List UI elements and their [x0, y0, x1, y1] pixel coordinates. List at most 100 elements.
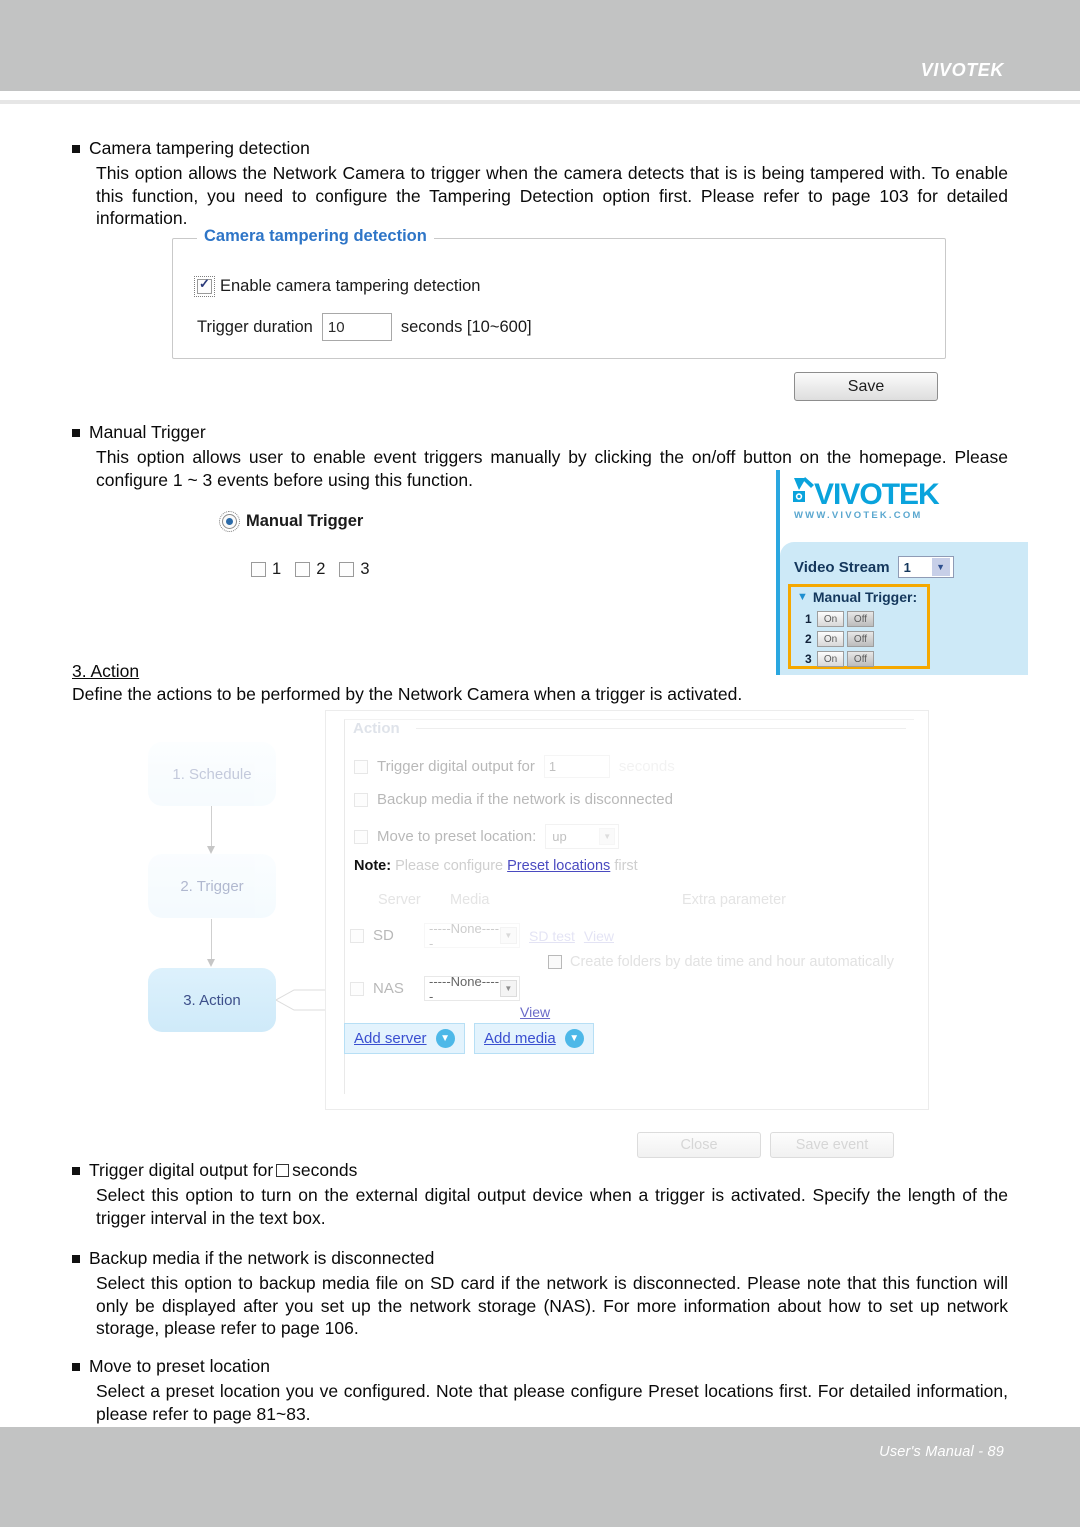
enable-camera-tampering-checkbox[interactable] — [194, 276, 215, 297]
sd-storage-row[interactable]: SD -----None----- ▼ SD test View — [350, 920, 614, 951]
action-section-subtitle: Define the actions to be performed by th… — [72, 684, 743, 704]
trigger-duration-input[interactable] — [321, 313, 392, 341]
nas-checkbox[interactable] — [350, 981, 364, 996]
nas-storage-row[interactable]: NAS -----None----- ▼ — [350, 973, 520, 1004]
note-text-after: first — [614, 858, 638, 874]
manual-trigger-checkbox-3[interactable] — [339, 562, 355, 577]
vivotek-homepage-panel: VIVOTEK WWW.VIVOTEK.COM Video Stream 1 ▼… — [776, 470, 1028, 675]
page-footer-bar — [0, 1427, 1080, 1527]
video-stream-value: 1 — [903, 559, 911, 575]
flow-node-action-label: 3. Action — [183, 991, 241, 1009]
manual-trigger-radio-label: Manual Trigger — [246, 512, 364, 530]
panel-trigger-2-off-button[interactable]: Off — [847, 631, 874, 647]
panel-trigger-1-on-button[interactable]: On — [817, 611, 844, 627]
sd-media-value: -----None----- — [429, 920, 500, 951]
panel-trigger-row-1-number: 1 — [805, 612, 812, 626]
add-media-button[interactable]: Add media ▼ — [474, 1023, 594, 1054]
add-server-button[interactable]: Add server ▼ — [344, 1023, 465, 1054]
flow-node-schedule[interactable]: 1. Schedule — [148, 742, 276, 806]
create-folders-checkbox[interactable] — [548, 955, 562, 969]
video-stream-select[interactable]: 1 ▼ — [897, 556, 954, 578]
backup-media-heading-text: Backup media if the network is disconnec… — [89, 1248, 435, 1268]
flow-node-action[interactable]: 3. Action — [148, 968, 276, 1032]
enable-camera-tampering-row[interactable]: Enable camera tampering detection — [194, 276, 481, 297]
manual-trigger-heading: Manual Trigger — [72, 422, 1008, 443]
sd-view-link[interactable]: View — [584, 928, 614, 944]
note-label: Note: — [354, 858, 392, 874]
trigger-digital-output-label: Trigger digital output for — [377, 758, 535, 775]
move-preset-location-row[interactable]: Move to preset location: up ▼ — [354, 824, 620, 849]
preset-locations-link[interactable]: Preset locations — [507, 858, 610, 874]
bullet-square-icon — [72, 428, 80, 437]
vivotek-logo-text: VIVOTEK — [814, 478, 940, 511]
trigger-digital-output-checkbox[interactable] — [354, 759, 368, 774]
camera-tampering-fieldset: Camera tampering detection Enable camera… — [172, 227, 946, 359]
backup-media-row[interactable]: Backup media if the network is disconnec… — [354, 791, 673, 808]
trigger-digital-output-input[interactable]: 1 — [543, 755, 610, 778]
nas-label: NAS — [373, 980, 404, 997]
manual-trigger-radio[interactable] — [219, 511, 240, 532]
bullet-square-icon — [72, 1254, 80, 1263]
sd-checkbox[interactable] — [350, 928, 364, 943]
close-button[interactable]: Close — [637, 1132, 761, 1158]
sd-media-select[interactable]: -----None----- ▼ — [424, 920, 520, 951]
action-table-header-extra: Extra parameter — [682, 892, 786, 908]
save-event-button[interactable]: Save event — [770, 1132, 894, 1158]
trigger-digital-output-heading: Trigger digital output for seconds — [72, 1160, 1008, 1181]
panel-trigger-row-1: 1 On Off — [805, 611, 874, 627]
panel-trigger-3-off-button[interactable]: Off — [847, 651, 874, 667]
manual-trigger-checkbox-2[interactable] — [295, 562, 311, 577]
action-fieldset-legend: Action — [348, 720, 405, 737]
move-preset-location-select[interactable]: up ▼ — [545, 824, 620, 849]
create-folders-label: Create folders by date time and hour aut… — [570, 954, 895, 970]
manual-trigger-checkbox-1-label: 1 — [272, 560, 282, 578]
flow-node-trigger[interactable]: 2. Trigger — [148, 854, 276, 918]
bullet-square-icon — [72, 1166, 80, 1175]
move-preset-location-value: up — [552, 829, 567, 844]
section-trigger-digital-output: Trigger digital output for seconds Selec… — [72, 1160, 1008, 1229]
trigger-digital-output-heading-after: seconds — [292, 1160, 358, 1180]
enable-camera-tampering-label: Enable camera tampering detection — [220, 277, 481, 295]
save-button[interactable]: Save — [794, 372, 938, 401]
panel-trigger-1-off-button[interactable]: Off — [847, 611, 874, 627]
page-header-bar — [0, 0, 1080, 91]
create-folders-row[interactable]: Create folders by date time and hour aut… — [548, 954, 894, 970]
panel-manual-trigger-label: Manual Trigger: — [812, 589, 918, 605]
action-table-header: Server Media Extra parameter — [350, 887, 898, 913]
manual-trigger-checkbox-2-label: 2 — [316, 560, 326, 578]
chevron-down-icon[interactable]: ▼ — [797, 591, 808, 603]
trigger-digital-output-heading-before: Trigger digital output for — [89, 1160, 274, 1180]
camera-tampering-heading: Camera tampering detection — [72, 138, 1008, 159]
panel-trigger-row-2-number: 2 — [805, 632, 812, 646]
manual-trigger-checkbox-1[interactable] — [251, 562, 266, 577]
panel-manual-trigger-title: ▼ Manual Trigger: — [797, 589, 917, 605]
flow-arrow-1-icon — [207, 806, 215, 854]
panel-trigger-2-on-button[interactable]: On — [817, 631, 844, 647]
sd-label: SD — [373, 927, 394, 944]
manual-trigger-event-checkboxes: 1 2 3 — [251, 560, 378, 579]
manual-trigger-checkbox-3-label: 3 — [360, 560, 370, 578]
nas-media-value: -----None----- — [429, 973, 500, 1004]
flow-arrow-2-icon — [207, 919, 215, 967]
move-preset-location-checkbox[interactable] — [354, 829, 368, 844]
section-camera-tampering: Camera tampering detection This option a… — [72, 138, 1008, 230]
chevron-down-circle-icon: ▼ — [435, 1029, 455, 1048]
nas-view-link[interactable]: View — [520, 1004, 550, 1020]
panel-trigger-row-2: 2 On Off — [805, 631, 874, 647]
bullet-square-icon — [72, 1362, 80, 1371]
backup-media-checkbox[interactable] — [354, 792, 368, 807]
manual-trigger-radio-row[interactable]: Manual Trigger — [219, 511, 364, 532]
panel-trigger-3-on-button[interactable]: On — [817, 651, 844, 667]
trigger-duration-units: seconds [10~600] — [400, 317, 532, 336]
sd-test-link[interactable]: SD test — [529, 928, 575, 944]
note-text-before: Please configure — [395, 858, 504, 874]
add-server-label: Add server — [354, 1030, 427, 1047]
vivotek-logo-area: VIVOTEK WWW.VIVOTEK.COM — [780, 470, 1028, 542]
bullet-square-icon — [72, 144, 80, 153]
action-section-title: 3. Action — [72, 661, 140, 681]
nas-media-select[interactable]: -----None----- ▼ — [424, 973, 520, 1004]
trigger-digital-output-row[interactable]: Trigger digital output for 1 seconds — [354, 755, 675, 778]
chevron-down-icon: ▼ — [499, 980, 517, 997]
brand-title: VIVOTEK — [920, 60, 1004, 80]
trigger-digital-output-body: Select this option to turn on the extern… — [96, 1185, 1008, 1228]
